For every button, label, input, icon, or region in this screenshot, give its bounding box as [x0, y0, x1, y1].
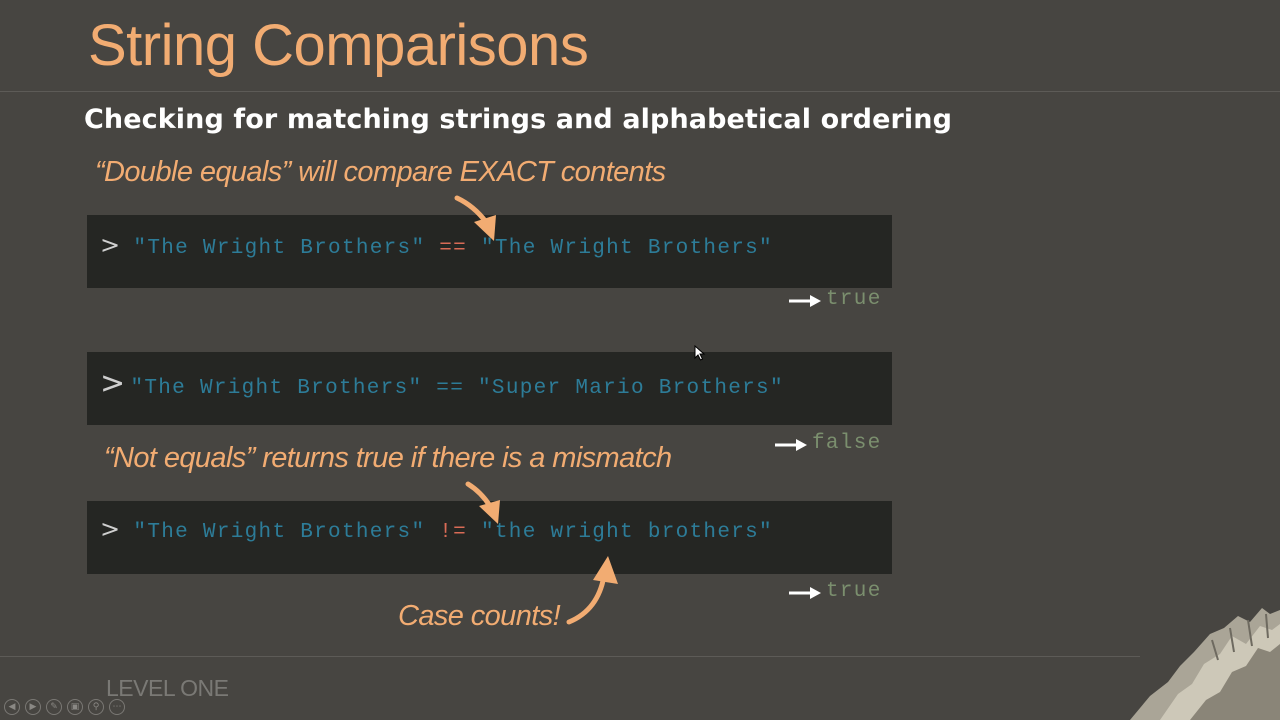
slides-icon[interactable]: ▣: [67, 699, 83, 715]
playback-controls: ◀ ▶ ✎ ▣ ⚲ ⋯: [4, 699, 125, 715]
more-icon[interactable]: ⋯: [109, 699, 125, 715]
mountain-graphic-icon: [1130, 608, 1280, 720]
previous-icon[interactable]: ◀: [4, 699, 20, 715]
next-icon[interactable]: ▶: [25, 699, 41, 715]
footer-divider: [0, 656, 1140, 657]
mouse-cursor-icon: [694, 345, 706, 361]
pointer-arrows: [454, 195, 618, 625]
curved-arrow-icon: [465, 481, 500, 524]
pen-icon[interactable]: ✎: [46, 699, 62, 715]
footer-level-label: LEVEL ONE: [106, 675, 229, 701]
curved-arrow-icon: [454, 195, 496, 241]
curved-arrow-icon: [566, 556, 618, 625]
zoom-icon[interactable]: ⚲: [88, 699, 104, 715]
